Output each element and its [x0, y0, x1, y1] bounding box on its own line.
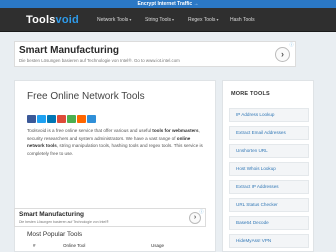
site-logo[interactable]: Toolsvoid [26, 14, 79, 26]
sidebar-item-base64-decode[interactable]: Base64 Decode [229, 216, 309, 230]
table-header-usage: Usage [151, 243, 165, 248]
more-share-icon[interactable] [87, 115, 96, 123]
sidebar-list: IP Address Lookup Extract Email Addresse… [229, 108, 309, 252]
sidebar-item-extract-ip-addresses[interactable]: Extract IP Addresses [229, 180, 309, 194]
encrypt-traffic-link[interactable]: Encrypt Internet Traffic → [0, 0, 336, 8]
whatsapp-share-icon[interactable] [67, 115, 76, 123]
caret-down-icon: ▾ [129, 17, 132, 22]
intro-paragraph: Toolsvoid is a free online service that … [27, 127, 209, 157]
main-navbar: Toolsvoid Network Tools▾ String Tools▾ R… [0, 8, 336, 32]
nav-hash-tools[interactable]: Hash Tools [230, 17, 255, 23]
page-title: Free Online Network Tools [27, 91, 145, 102]
intro-text-1: Toolsvoid is a free online service that … [27, 128, 153, 133]
sidebar-title: MORE TOOLS [231, 91, 270, 97]
ad-subtitle: Die besten Lösungen basieren auf Technol… [19, 220, 109, 224]
share-buttons [27, 110, 97, 128]
nav-string-tools-label: String Tools [145, 17, 172, 23]
nav-network-tools[interactable]: Network Tools▾ [97, 17, 131, 23]
table-header-tool: Online Tool [63, 243, 86, 248]
chevron-right-icon[interactable]: › [189, 212, 201, 224]
google-share-icon[interactable] [57, 115, 66, 123]
sidebar-item-extract-email-addresses[interactable]: Extract Email Addresses [229, 126, 309, 140]
ad-title: Smart Manufacturing [19, 45, 120, 56]
sidebar-item-ip-address-lookup[interactable]: IP Address Lookup [229, 108, 309, 122]
sidebar-item-hidemyass-vpn[interactable]: HideMyAss! VPN [229, 234, 309, 248]
table-header-number: # [33, 243, 36, 248]
ad-title: Smart Manufacturing [19, 211, 85, 218]
top-banner: Encrypt Internet Traffic → [0, 0, 336, 8]
sidebar-item-unshorten-url[interactable]: Unshorten URL [229, 144, 309, 158]
nav-regex-tools[interactable]: Regex Tools▾ [188, 17, 218, 23]
ad-info-icon[interactable]: ⓘ [199, 209, 204, 214]
caret-down-icon: ▾ [172, 17, 175, 22]
nav-string-tools[interactable]: String Tools▾ [145, 17, 174, 23]
popular-tools-heading: Most Popular Tools [27, 231, 83, 238]
intro-bold-1: tools for webmasters [152, 128, 199, 133]
logo-text-accent: void [55, 14, 79, 26]
sidebar-item-url-status-checker[interactable]: URL Status Checker [229, 198, 309, 212]
ad-info-icon[interactable]: ⓘ [289, 42, 294, 47]
logo-text-main: Tools [26, 14, 56, 26]
reddit-share-icon[interactable] [77, 115, 86, 123]
twitter-share-icon[interactable] [37, 115, 46, 123]
linkedin-share-icon[interactable] [47, 115, 56, 123]
facebook-share-icon[interactable] [27, 115, 36, 123]
nav-network-tools-label: Network Tools [97, 17, 129, 23]
caret-down-icon: ▾ [216, 17, 219, 22]
top-advertisement[interactable]: ⓘ Smart Manufacturing Die besten Lösunge… [14, 41, 296, 67]
nav-hash-tools-label: Hash Tools [230, 17, 255, 23]
ad-subtitle: Die besten Lösungen basieren auf Technol… [19, 58, 180, 63]
sidebar-item-host-whois-lookup[interactable]: Host Whois Lookup [229, 162, 309, 176]
more-tools-sidebar: MORE TOOLS IP Address Lookup Extract Ema… [222, 80, 314, 252]
nav-regex-tools-label: Regex Tools [188, 17, 216, 23]
chevron-right-icon[interactable]: › [275, 47, 290, 62]
inline-advertisement[interactable]: ⓘ Smart Manufacturing Die besten Lösunge… [14, 208, 206, 227]
